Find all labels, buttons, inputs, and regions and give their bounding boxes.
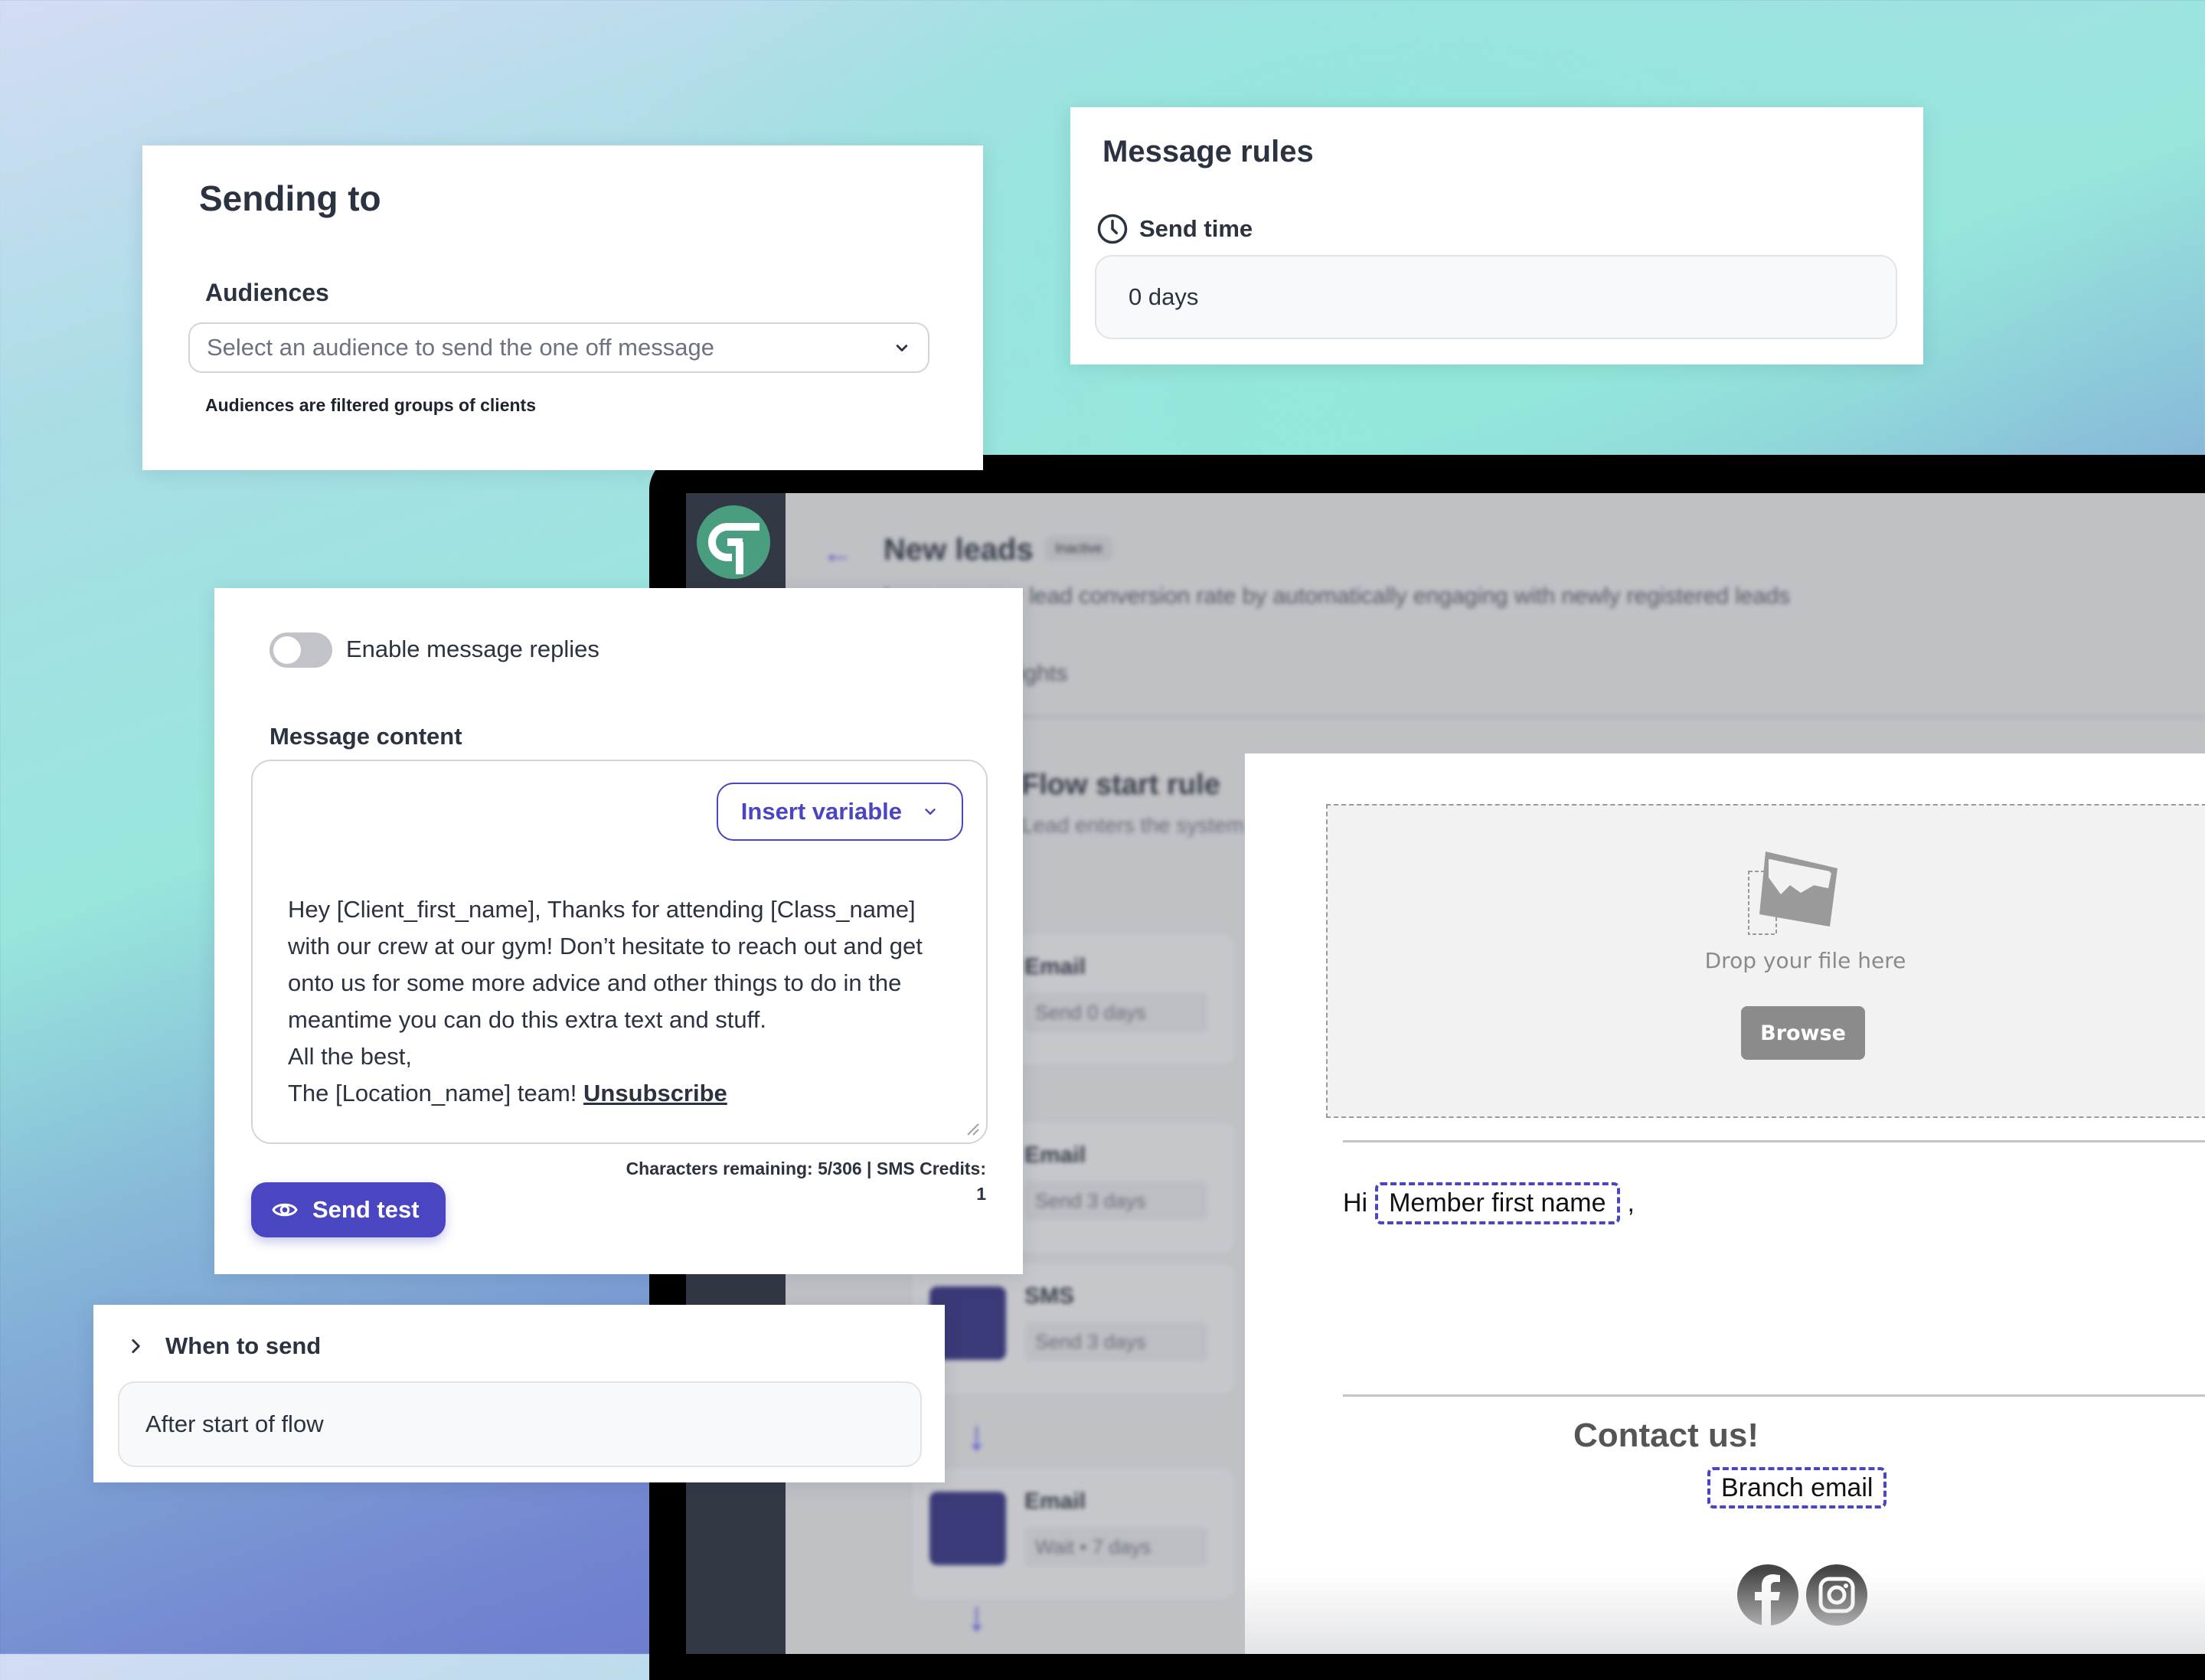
flow-step-timing: Send 3 days (1024, 1322, 1208, 1361)
flow-title: New leads (884, 533, 1034, 567)
send-time-label: Send time (1139, 215, 1253, 242)
chevron-down-icon (896, 345, 908, 351)
audience-select[interactable]: Select an audience to send the one off m… (188, 322, 929, 373)
message-body: Hey [Client_first_name], Thanks for atte… (288, 891, 962, 1112)
divider (1343, 1140, 2205, 1142)
file-dropzone[interactable]: Drop your file here Browse (1326, 804, 2205, 1118)
send-time-header: Send time (1096, 213, 1253, 245)
send-time-field[interactable]: 0 days (1095, 255, 1897, 339)
unsubscribe-link[interactable]: Unsubscribe (583, 1080, 727, 1106)
sms-credits-value: 1 (976, 1184, 986, 1204)
send-test-label: Send test (312, 1196, 420, 1223)
insert-variable-label: Insert variable (740, 798, 902, 825)
message-content-label: Message content (270, 723, 462, 750)
send-test-button[interactable]: Send test (251, 1182, 446, 1237)
flow-step-timing: Send 0 days (1024, 992, 1208, 1032)
message-line-text: The [Location_name] team! (288, 1080, 584, 1106)
arrow-down-icon: ↓ (966, 1413, 987, 1459)
message-line: meantime you can do this extra text and … (288, 1006, 766, 1033)
clock-icon (1097, 214, 1128, 244)
email-step-icon (929, 1492, 1006, 1565)
resize-handle-icon[interactable] (965, 1121, 980, 1136)
flow-step-timing: Send 3 days (1024, 1181, 1208, 1221)
message-line: All the best, (288, 1043, 412, 1070)
audiences-hint: Audiences are filtered groups of clients (205, 395, 536, 415)
contact-heading: Contact us! (1573, 1417, 1759, 1454)
flow-start-rule-subtitle: Lead enters the system (1021, 813, 1245, 837)
eye-icon (272, 1203, 298, 1217)
image-placeholder-icon (1748, 851, 1838, 935)
back-arrow-icon[interactable]: ← (822, 536, 853, 570)
message-rules-card: Message rules Send time 0 days (1070, 107, 1923, 364)
greeting-line: Hi Member first name , (1343, 1182, 1635, 1224)
when-to-send-field[interactable]: After start of flow (118, 1381, 922, 1467)
flow-step-type: Email (1024, 954, 1086, 979)
message-line: onto us for some more advice and other t… (288, 969, 902, 996)
audiences-label: Audiences (205, 279, 329, 306)
sending-to-title: Sending to (199, 178, 381, 218)
flow-step-type: Email (1024, 1142, 1086, 1168)
drop-text: Drop your file here (1704, 948, 1906, 973)
message-line: Hey [Client_first_name], Thanks for atte… (288, 896, 916, 923)
status-badge: Inactive (1044, 536, 1114, 561)
flow-step-timing: Wait • 7 days (1024, 1527, 1208, 1567)
divider (1343, 1394, 2205, 1397)
chevron-down-icon (925, 809, 936, 815)
audience-select-placeholder: Select an audience to send the one off m… (207, 334, 714, 361)
app-logo (697, 505, 770, 579)
counter-line: Characters remaining: 5/306 | SMS Credit… (626, 1159, 986, 1178)
character-counter: Characters remaining: 5/306 | SMS Credit… (626, 1156, 986, 1207)
chevron-right-icon (132, 1339, 140, 1353)
message-rules-title: Message rules (1102, 135, 1314, 168)
when-to-send-card: When to send After start of flow (93, 1305, 945, 1482)
member-first-name-variable[interactable]: Member first name (1375, 1182, 1620, 1224)
email-editor: Drop your file here Browse Hi Member fir… (1245, 753, 2205, 1654)
insert-variable-button[interactable]: Insert variable (716, 783, 963, 841)
bottom-fade (1245, 1570, 2205, 1654)
message-content-card: Enable message replies Message content I… (214, 588, 1023, 1274)
branch-email-text: Branch email (1707, 1467, 1887, 1508)
enable-replies-toggle[interactable] (270, 632, 332, 668)
message-textarea[interactable]: Insert variable Hey [Client_first_name],… (251, 760, 988, 1144)
when-to-send-header[interactable]: When to send (126, 1332, 321, 1360)
flow-start-rule-title: Flow start rule (1021, 769, 1220, 801)
branch-email-variable[interactable]: Branch email (1707, 1467, 1887, 1508)
greeting-comma: , (1627, 1188, 1635, 1218)
browse-button[interactable]: Browse (1741, 1006, 1865, 1060)
when-to-send-label: When to send (165, 1332, 322, 1359)
message-line: with our crew at our gym! Don’t hesitate… (288, 933, 923, 959)
arrow-down-icon: ↓ (966, 1593, 987, 1639)
enable-replies-label: Enable message replies (346, 636, 599, 662)
flow-step-type: SMS (1024, 1283, 1075, 1309)
toggle-knob (273, 636, 301, 664)
flow-step[interactable]: Email Wait • 7 days (913, 1469, 1234, 1599)
logo-g-icon (708, 523, 760, 574)
flow-step-type: Email (1024, 1489, 1086, 1514)
greeting-text: Hi (1343, 1188, 1368, 1218)
sending-to-card: Sending to Audiences Select an audience … (142, 145, 983, 470)
message-line: The [Location_name] team! Unsubscribe (288, 1075, 962, 1112)
flow-step[interactable]: SMS Send 3 days (913, 1263, 1234, 1394)
